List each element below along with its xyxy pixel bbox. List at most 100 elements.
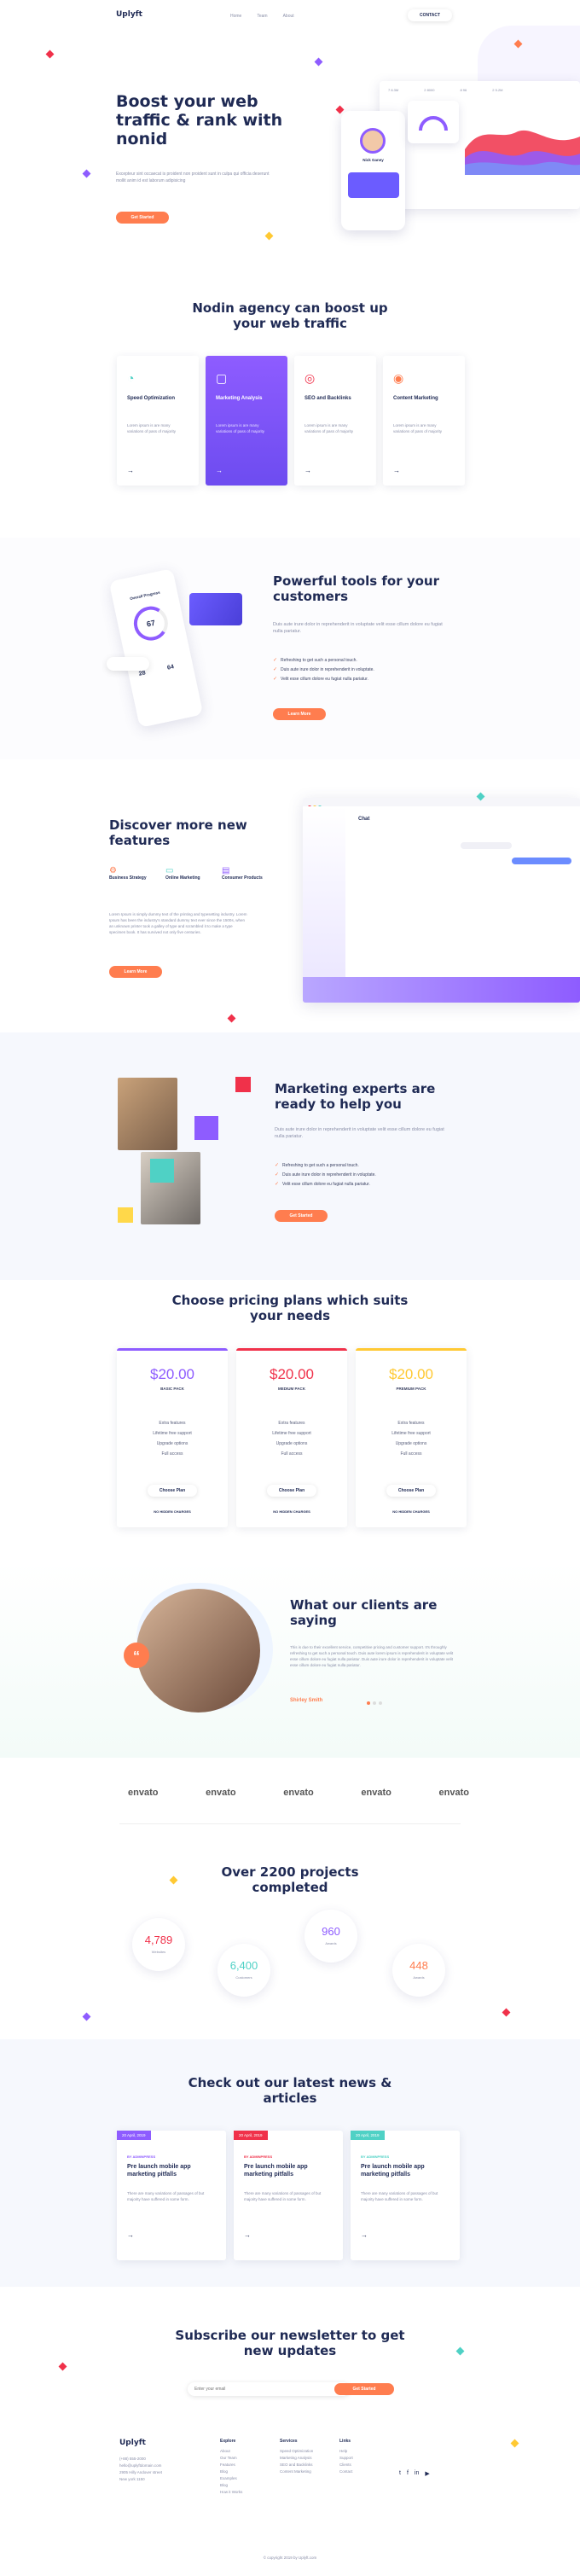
list-item: ✓ Velit esse cillum dolore eu fugiat null… [273, 676, 368, 683]
service-card-text: Lorem ipsum is are many variations of pa… [304, 423, 354, 433]
footer-link[interactable]: Help [339, 2448, 353, 2455]
footer-link[interactable]: SEO and Backlinks [280, 2462, 313, 2468]
tools-feature-list: ✓ Refreshing to get such a personal touch… [273, 655, 374, 683]
footer-link[interactable]: Speed Optimization [280, 2448, 313, 2455]
brand-logo: envato [438, 1788, 469, 1798]
stat-label: Awards [413, 1975, 425, 1980]
stat-value: 960 [322, 1925, 340, 1938]
footer-link[interactable]: Contact [339, 2468, 353, 2475]
footer-contact: (+88) 555-2000 hello@uplyftdomain.com 29… [119, 2457, 163, 2481]
news-title[interactable]: Pre launch mobile app marketing pitfalls [361, 2163, 450, 2178]
decor-diamond [45, 49, 55, 59]
service-card-text: Lorem ipsum is are many variations of pa… [216, 423, 265, 433]
footer-link[interactable]: Marketing Analysis [280, 2455, 313, 2462]
plan-name: BASIC PACK [160, 1387, 184, 1391]
hero-get-started-button[interactable]: Get Started [116, 212, 169, 224]
plan-feature: Extra features [159, 1421, 186, 1426]
news-card[interactable]: 20 April, 2019 BY ADMINPRESS Pre launch mo… [234, 2131, 343, 2260]
carousel-dot[interactable] [379, 1701, 382, 1705]
arrow-right-icon[interactable]: → [127, 467, 134, 474]
news-excerpt: There are many variations of passages of… [127, 2191, 205, 2201]
footer-link[interactable]: Examples [220, 2475, 242, 2482]
youtube-icon[interactable]: ▶ [425, 2470, 429, 2477]
footer-link[interactable]: How it Works [220, 2489, 242, 2496]
service-card[interactable]: ▢ Marketing Analysis Lorem ipsum is are ma… [206, 356, 287, 486]
logo[interactable]: Uplyft [116, 10, 142, 19]
footer-link[interactable]: Our Team [220, 2455, 242, 2462]
contact-button[interactable]: CONTACT [408, 9, 452, 21]
nav-team[interactable]: Team [257, 14, 267, 19]
nav-about[interactable]: About [283, 14, 294, 19]
footer-logo[interactable]: Uplyft [119, 2439, 146, 2447]
brand-logo: envato [128, 1788, 159, 1798]
decor-diamond [82, 2012, 91, 2021]
arrow-right-icon[interactable]: → [127, 2231, 134, 2239]
twitter-icon[interactable]: t [399, 2470, 401, 2477]
experts-title: Marketing experts are ready to help you [275, 1081, 436, 1112]
arrow-right-icon[interactable]: → [244, 2231, 251, 2239]
plan-note: NO HIDDEN CHARGES [154, 1509, 191, 1514]
list-item: ✓ Velit esse cillum dolore eu fugiat null… [275, 1181, 370, 1188]
decor-square [194, 1116, 218, 1140]
stat-3: 8 96 [460, 88, 467, 92]
plan-feature: Extra features [278, 1421, 305, 1426]
newsletter-email-input[interactable] [188, 2382, 350, 2396]
plan-feature: Extra features [397, 1421, 425, 1426]
footer-link[interactable]: Clients [339, 2462, 353, 2468]
footer-link[interactable]: Blog [220, 2482, 242, 2489]
plan-price: $20.00 [150, 1366, 194, 1382]
news-card[interactable]: 20 April, 2019 BY ADMINPRESS Pre launch mo… [351, 2131, 460, 2260]
chat-app-mockup: Chat [303, 798, 580, 1003]
news-title[interactable]: Pre launch mobile app marketing pitfalls [244, 2163, 333, 2178]
brand-logos: envato envato envato envato envato [128, 1788, 469, 1798]
analytics-icon: ▢ [216, 371, 228, 385]
brand-logo: envato [206, 1788, 236, 1798]
news-category: BY ADMINPRESS [244, 2154, 273, 2159]
carousel-dot[interactable] [367, 1701, 370, 1705]
arrow-right-icon[interactable]: → [361, 2231, 368, 2239]
pricing-card: $20.00 MEDIUM PACK Extra features Lifetime … [236, 1348, 347, 1527]
experts-get-started-button[interactable]: Get Started [275, 1210, 328, 1222]
service-card[interactable]: ◎ SEO and Backlinks Lorem ipsum is are man… [294, 356, 376, 486]
service-card[interactable]: ◉ Content Marketing Lorem ipsum is are man… [383, 356, 465, 486]
service-card-text: Lorem ipsum is are many variations of pa… [127, 423, 177, 433]
news-title[interactable]: Pre launch mobile app marketing pitfalls [127, 2163, 216, 2178]
gauge-widget [408, 101, 459, 143]
news-card[interactable]: 20 April, 2019 BY ADMINPRESS Pre launch mo… [117, 2131, 226, 2260]
discover-learn-more-button[interactable]: Learn More [109, 966, 162, 978]
news-date-badge: 20 April, 2019 [234, 2131, 268, 2140]
tools-learn-more-button[interactable]: Learn More [273, 708, 326, 720]
footer-link[interactable]: Features [220, 2462, 242, 2468]
footer-column-title: Links [339, 2439, 351, 2444]
pricing-title: Choose pricing plans which suits your ne… [171, 1293, 409, 1323]
arrow-right-icon[interactable]: → [393, 467, 400, 474]
choose-plan-button[interactable]: Choose Plan [267, 1485, 316, 1497]
choose-plan-button[interactable]: Choose Plan [386, 1485, 436, 1497]
service-card[interactable]: ◔ Speed Optimization Lorem ipsum is are ma… [117, 356, 199, 486]
user-chip [107, 657, 149, 671]
carousel-dots[interactable] [367, 1701, 382, 1705]
newsletter-subscribe-button[interactable]: Get Started [334, 2383, 394, 2395]
footer-link[interactable]: Blog [220, 2468, 242, 2475]
strategy-icon: ⚙ [109, 866, 117, 875]
carousel-dot[interactable] [373, 1701, 376, 1705]
nav-home[interactable]: Home [230, 14, 241, 19]
stat-value: 6,400 [229, 1959, 258, 1972]
arrow-right-icon[interactable]: → [216, 467, 223, 474]
choose-plan-button[interactable]: Choose Plan [148, 1485, 197, 1497]
footer-link[interactable]: Support [339, 2455, 353, 2462]
progress-num1: 28 [138, 670, 147, 677]
list-item: ✓ Refreshing to get such a personal touch… [273, 657, 357, 664]
chat-title: Chat [358, 817, 370, 822]
footer-link[interactable]: About [220, 2448, 242, 2455]
facebook-icon[interactable]: f [407, 2470, 409, 2477]
tools-description: Duis aute irure dolor in reprehenderit i… [273, 622, 443, 634]
arrow-right-icon[interactable]: → [304, 467, 311, 474]
decor-square [235, 1077, 251, 1092]
footer-link[interactable]: Content Marketing [280, 2468, 313, 2475]
user-name: Nick Ganey [362, 158, 384, 162]
footer-column-title: Explore [220, 2439, 236, 2444]
stat-2: 2 8000 [424, 88, 435, 92]
linkedin-icon[interactable]: in [415, 2470, 419, 2477]
decor-diamond [169, 1875, 178, 1885]
